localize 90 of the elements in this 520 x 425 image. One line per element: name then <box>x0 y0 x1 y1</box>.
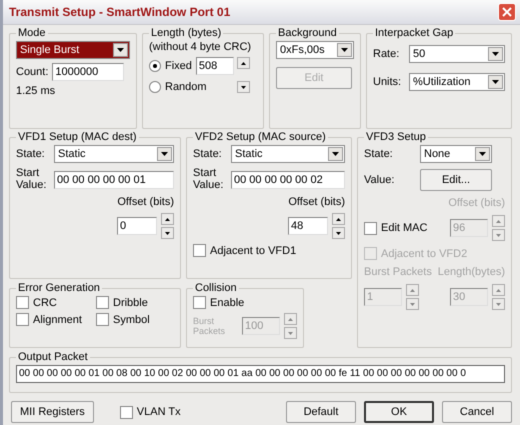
group-label: VFD1 Setup (MAC dest) <box>17 131 138 143</box>
radio-button[interactable] <box>149 81 161 93</box>
edit-button[interactable]: Edit... <box>420 169 492 191</box>
up-arrow-icon <box>496 220 501 222</box>
dialog-button[interactable]: OK <box>364 401 434 423</box>
duration-text: 1.25 ms <box>16 85 56 97</box>
down-arrow-icon <box>240 86 246 88</box>
note-text: (without 4 byte CRC) <box>149 41 252 53</box>
checkbox[interactable] <box>193 244 206 258</box>
start-value-field[interactable]: 00 00 00 00 00 01 <box>54 170 174 189</box>
field-label: Count: <box>16 66 48 78</box>
field-label: Burst Packets <box>193 316 226 336</box>
spin-down-button[interactable] <box>236 81 250 93</box>
checkbox-label: Alignment <box>33 314 82 326</box>
checkbox-label: Enable <box>210 296 244 308</box>
length-field[interactable]: 508 <box>196 57 234 75</box>
rate-dropdown[interactable]: 50 <box>409 45 505 63</box>
dialog-button[interactable]: Default <box>286 401 356 423</box>
field-label: Start Value: <box>193 168 224 192</box>
spin-up-button[interactable] <box>332 213 345 226</box>
down-arrow-icon <box>336 232 341 235</box>
group-label: Error Generation <box>17 282 101 294</box>
checkbox-label: Adjacent to VFD2 <box>381 248 468 260</box>
group-label: VFD3 Setup <box>365 131 427 143</box>
up-arrow-icon <box>165 218 170 221</box>
spin-down-button[interactable] <box>161 227 174 240</box>
state-dropdown[interactable]: None <box>420 145 492 163</box>
checkbox-label: Edit MAC <box>381 222 428 234</box>
down-arrow-icon <box>496 302 501 306</box>
checkbox-label: Symbol <box>113 314 150 326</box>
down-arrow-icon <box>496 234 501 236</box>
field-label: State: <box>16 148 46 160</box>
radio-label: Fixed <box>165 60 192 72</box>
field-label: Offset (bits) <box>117 196 174 208</box>
spin-down-button[interactable] <box>332 227 345 240</box>
group-label: Output Packet <box>17 351 89 363</box>
dialog-button[interactable]: Cancel <box>442 401 512 423</box>
group-label: VFD2 Setup (MAC source) <box>194 131 327 143</box>
checkbox-label: Dribble <box>113 296 148 308</box>
field-label: Start Value: <box>16 168 48 192</box>
field-label: Rate: <box>373 48 400 60</box>
units-dropdown[interactable]: %Utilization <box>409 73 505 91</box>
down-arrow-icon <box>288 332 293 334</box>
field-label: Length(bytes) <box>438 266 505 278</box>
background-dropdown[interactable]: 0xFs,00s <box>276 41 354 59</box>
checkbox[interactable] <box>193 296 206 309</box>
checkbox[interactable] <box>16 313 29 326</box>
radio-button[interactable] <box>149 60 161 72</box>
field-label: Offset (bits) <box>288 196 345 208</box>
state-dropdown[interactable]: Static <box>54 145 174 163</box>
group-label: Background <box>277 27 338 39</box>
up-arrow-icon <box>410 288 415 292</box>
field-label: Units: <box>373 76 402 88</box>
down-arrow-icon <box>410 302 415 306</box>
checkbox[interactable] <box>120 406 133 418</box>
spin-up-button[interactable] <box>161 213 174 226</box>
up-arrow-icon <box>240 62 246 64</box>
group-label: Collision <box>194 282 238 294</box>
field-label: Burst Packets <box>364 266 432 278</box>
field-label: Offset (bits) <box>448 197 505 209</box>
group-label: Length (bytes) <box>150 27 222 39</box>
group-label: Mode <box>17 27 47 39</box>
checkbox[interactable] <box>96 313 109 326</box>
close-icon <box>502 7 512 17</box>
radio-label: Random <box>165 81 207 93</box>
offset-field[interactable]: 0 <box>117 217 157 236</box>
spin-up-button[interactable] <box>236 57 250 69</box>
state-dropdown[interactable]: Static <box>231 145 345 163</box>
start-value-field[interactable]: 00 00 00 00 00 02 <box>231 170 345 189</box>
field-label: Value: <box>364 174 396 186</box>
up-arrow-icon <box>336 218 341 221</box>
window-title: Transmit Setup - SmartWindow Port 01 <box>9 5 230 19</box>
down-arrow-icon <box>165 232 170 235</box>
close-button[interactable] <box>498 3 516 21</box>
checkbox-label: Adjacent to VFD1 <box>210 244 296 257</box>
mii-registers-button[interactable]: MII Registers <box>11 401 94 423</box>
checkbox-label: VLAN Tx <box>136 406 181 418</box>
field-label: State: <box>193 148 223 160</box>
group-label: Interpacket Gap <box>374 27 454 39</box>
checkbox[interactable] <box>16 296 29 309</box>
up-arrow-icon <box>288 318 293 320</box>
up-arrow-icon <box>496 288 501 292</box>
count-field[interactable]: 1000000 <box>52 63 124 81</box>
checkbox-label: CRC <box>33 296 57 308</box>
output-packet-field: 00 00 00 00 00 01 00 08 00 10 00 02 00 00 00 01 aa 00 00 00 00 00 00 fe 11 00 00 00 00 00 00 00 0 <box>16 365 505 383</box>
field-label: State: <box>364 148 394 160</box>
offset-field[interactable]: 48 <box>288 217 328 236</box>
checkbox[interactable] <box>96 296 109 309</box>
checkbox[interactable] <box>364 222 377 234</box>
mode-dropdown[interactable]: Single Burst <box>16 41 130 59</box>
